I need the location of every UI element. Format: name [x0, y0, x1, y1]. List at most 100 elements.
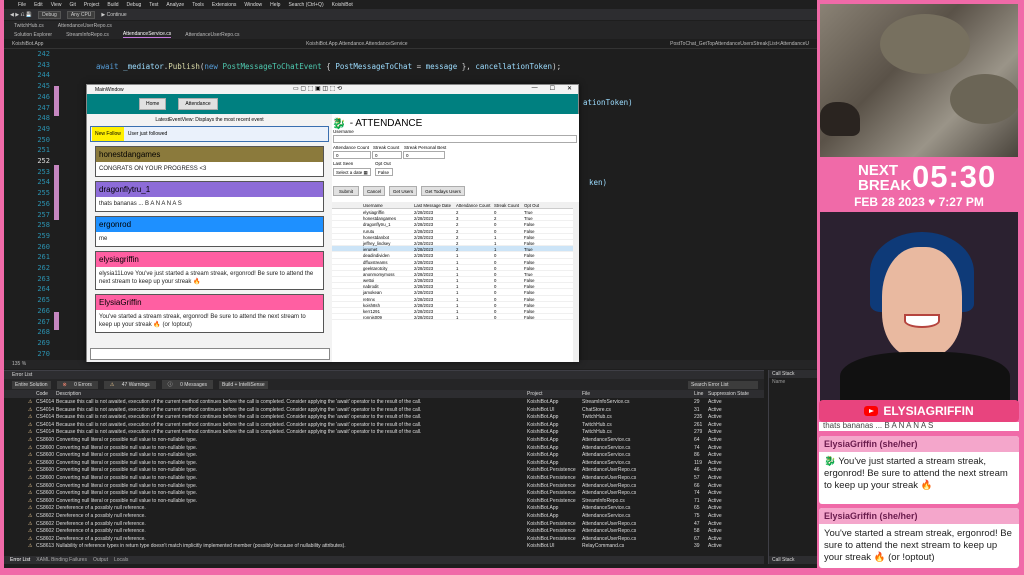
menu-item[interactable]: KoishiBot [332, 2, 353, 8]
attendance-count-label: Attendance Count [333, 145, 370, 150]
menu-item[interactable]: Git [69, 2, 75, 8]
close-icon[interactable]: ✕ [567, 85, 572, 92]
col-project[interactable]: Project [527, 391, 543, 397]
error-search-input[interactable]: Search Error List [688, 380, 758, 389]
platform-select[interactable]: Any CPU [66, 10, 96, 19]
errors-filter[interactable]: ⊗ 0 Errors [56, 380, 98, 389]
tab-output[interactable]: Output [93, 557, 108, 563]
streak-count-input[interactable]: 0 [372, 151, 402, 159]
cancel-button[interactable]: Cancel [363, 186, 385, 196]
error-row[interactable]: ⚠ CS8602 Dereference of a possibly null re… [4, 512, 764, 520]
error-file: StreamInfoService.cs [582, 399, 630, 405]
menu-item[interactable]: Extensions [212, 2, 236, 8]
menu-item[interactable]: Window [244, 2, 262, 8]
attendance-count-input[interactable]: 0 [333, 151, 371, 159]
error-row[interactable]: ⚠ CS4014 Because this call is not awaited,… [4, 398, 764, 406]
maximize-icon[interactable]: ☐ [550, 85, 555, 92]
error-row[interactable]: ⚠ CS4014 Because this call is not awaited,… [4, 421, 764, 429]
tab-locals[interactable]: Locals [114, 557, 128, 563]
submit-button[interactable]: Submit [333, 186, 359, 196]
streak-best-input[interactable]: 0 [403, 151, 445, 159]
error-row[interactable]: ⚠ CS8602 Dereference of a possibly null re… [4, 520, 764, 528]
gcol-opt-out[interactable]: Opt Out [524, 203, 539, 208]
menu-item[interactable]: Edit [34, 2, 43, 8]
error-row[interactable]: ⚠ CS8600 Converting null literal or possib… [4, 466, 764, 474]
error-row[interactable]: ⚠ CS8600 Converting null literal or possib… [4, 436, 764, 444]
gcol-streak-count[interactable]: Streak Count [494, 203, 519, 208]
tab-attendanceuserrepo[interactable]: AttendanceUserRepo.cs [58, 23, 112, 29]
error-row[interactable]: ⚠ CS4014 Because this call is not awaited,… [4, 413, 764, 421]
col-code[interactable]: Code [36, 391, 48, 397]
users-grid[interactable]: Username Last Message Date Attendance Co… [332, 202, 579, 362]
gcol-last-message[interactable]: Last Message Date [414, 203, 451, 208]
minimize-icon[interactable]: — [532, 85, 538, 92]
error-row[interactable]: ⚠ CS8600 Converting null literal or possib… [4, 482, 764, 490]
scope-select[interactable]: Entire Solution [12, 380, 51, 389]
chat-username: ergonrod [96, 217, 323, 232]
grid-scrollbar[interactable] [573, 202, 579, 362]
error-row[interactable]: ⚠ CS8602 Dereference of a possibly null re… [4, 527, 764, 535]
menu-item[interactable]: Test [149, 2, 158, 8]
get-todays-users-button[interactable]: Get Todays Users [421, 186, 465, 196]
tab-error-list[interactable]: Error List [10, 557, 30, 563]
last-seen-datepicker[interactable]: Select a date ▦ [333, 168, 371, 176]
warnings-filter[interactable]: ⚠ 47 Warnings [103, 380, 156, 389]
error-row[interactable]: ⚠ CS8600 Converting null literal or possib… [4, 489, 764, 497]
tab-attendanceuserrepo-2[interactable]: AttendanceUserRepo.cs [185, 32, 239, 38]
error-row[interactable]: ⚠ CS8600 Converting null literal or possib… [4, 444, 764, 452]
chat-message: ergonrod me [95, 216, 324, 247]
window-controls: — ☐ ✕ [532, 85, 572, 92]
error-row[interactable]: ⚠ CS4014 Because this call is not awaited,… [4, 428, 764, 436]
error-code: CS8600 [36, 452, 55, 459]
error-row[interactable]: ⚠ CS8600 Converting null literal or possib… [4, 497, 764, 505]
chat-input[interactable] [90, 348, 330, 360]
error-row[interactable]: ⚠ CS8613 Nullability of reference types in… [4, 542, 764, 550]
nav-class[interactable]: KoishiBot.App.Attendance.AttendanceServi… [306, 41, 407, 47]
config-select[interactable]: Debug [38, 10, 61, 19]
col-line[interactable]: Line [694, 391, 703, 397]
error-row[interactable]: ⚠ CS4014 Because this call is not awaited,… [4, 406, 764, 414]
continue-button[interactable]: ▶ Continue [101, 12, 126, 18]
build-filter-select[interactable]: Build + IntelliSense [219, 380, 268, 389]
menu-item[interactable]: Build [107, 2, 118, 8]
opt-out-input[interactable]: False [375, 168, 393, 176]
username-input[interactable] [333, 135, 577, 143]
tab-solution-explorer[interactable]: Solution Explorer [14, 32, 52, 38]
home-button[interactable]: Home [139, 98, 167, 110]
grid-row[interactable]: ronnis009 2/28/2023 1 0 False [332, 314, 579, 321]
menu-item[interactable]: Tools [192, 2, 204, 8]
col-suppression-state[interactable]: Suppression State [708, 391, 749, 397]
xaml-debug-toolbar[interactable]: ▭ ▢ ⬚ ▣ ◫ ⬚ ⟲ [293, 85, 342, 92]
get-users-button[interactable]: Get Users [389, 186, 417, 196]
col-description[interactable]: Description [56, 391, 81, 397]
messages-filter[interactable]: ⓘ 0 Messages [161, 380, 214, 389]
menu-item[interactable]: View [51, 2, 62, 8]
gcol-username[interactable]: Username [363, 203, 383, 208]
error-row[interactable]: ⚠ CS8600 Converting null literal or possib… [4, 451, 764, 459]
error-row[interactable]: ⚠ CS8602 Dereference of a possibly null re… [4, 504, 764, 512]
attendance-button[interactable]: Attendance [178, 98, 218, 110]
menu-item[interactable]: Help [270, 2, 280, 8]
error-row[interactable]: ⚠ CS8600 Converting null literal or possib… [4, 474, 764, 482]
nav-method[interactable]: PostToChat_GetTopAttendanceUsersStreak(L… [670, 41, 809, 47]
gcol-attendance-count[interactable]: Attendance Count [456, 203, 490, 208]
menu-item[interactable]: Project [84, 2, 100, 8]
nav-project[interactable]: KoishiBot.App [12, 41, 43, 47]
calendar-icon[interactable]: ▦ [364, 170, 368, 175]
menu-item[interactable]: Analyze [166, 2, 184, 8]
tab-twitchhub[interactable]: TwitchHub.cs [14, 23, 44, 29]
error-description: Because this call is not awaited, execut… [56, 429, 422, 436]
error-project: KoishiBot.Persistence [527, 482, 576, 489]
error-line: 261 [694, 421, 703, 428]
error-row[interactable]: ⚠ CS8602 Dereference of a possibly null re… [4, 535, 764, 543]
tab-xaml-binding[interactable]: XAML Binding Failures [36, 557, 87, 563]
col-file[interactable]: File [582, 391, 590, 397]
tab-attendanceservice[interactable]: AttendanceService.cs [122, 31, 172, 38]
error-state: Active [708, 467, 722, 474]
menu-item[interactable]: File [18, 2, 26, 8]
tab-streaminforepo[interactable]: StreamInfoRepo.cs [66, 32, 109, 38]
error-row[interactable]: ⚠ CS8600 Converting null literal or possib… [4, 459, 764, 467]
call-stack-tab[interactable]: Call Stack [769, 556, 817, 564]
menu-item[interactable]: Debug [127, 2, 142, 8]
menu-item[interactable]: Search (Ctrl+Q) [288, 2, 323, 8]
